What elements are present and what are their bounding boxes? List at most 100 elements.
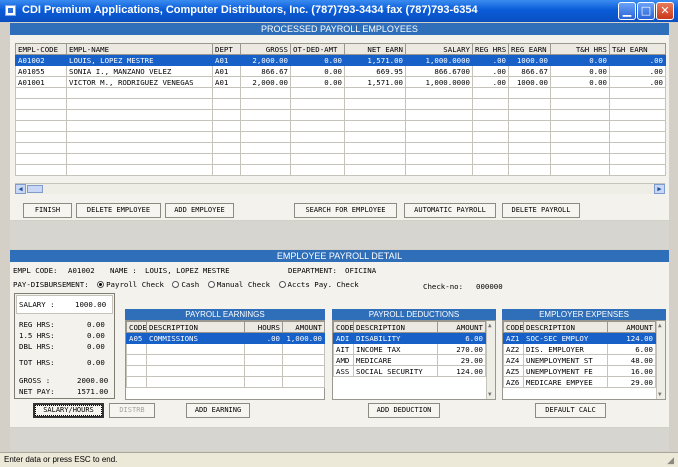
table-row-empty <box>15 153 666 165</box>
cell-dept: A01 <box>212 54 241 66</box>
tot-hrs-value: 0.00 <box>87 358 105 367</box>
scroll-up-arrow-icon[interactable]: ▲ <box>488 322 492 329</box>
scroll-thumb[interactable] <box>27 185 43 193</box>
list-item-empty <box>126 354 325 366</box>
empl-code-value: A01002 <box>68 266 95 275</box>
delete-employee-button[interactable]: DELETE EMPLOYEE <box>76 203 161 218</box>
col-ot-ded-amt[interactable]: OT-DED-AMT <box>290 43 345 55</box>
col-net-earn[interactable]: NET EARN <box>344 43 406 55</box>
close-button[interactable]: ✕ <box>656 2 674 20</box>
reg-hrs-value: 0.00 <box>87 320 105 329</box>
expenses-vertical-scrollbar[interactable]: ▲ ▼ <box>656 321 665 399</box>
maximize-button[interactable]: □ <box>637 2 655 20</box>
scroll-down-arrow-icon[interactable]: ▼ <box>658 391 662 398</box>
disbursement-row: PAY-DISBURSEMENT: Payroll Check Cash Man… <box>13 280 359 289</box>
col-description[interactable]: DESCRIPTION <box>523 321 608 333</box>
list-item[interactable]: ADI DISABILITY 6.00 <box>333 332 486 344</box>
deductions-vertical-scrollbar[interactable]: ▲ ▼ <box>486 321 495 399</box>
deductions-header-row: CODE DESCRIPTION AMOUNT <box>333 321 486 333</box>
earnings-header: PAYROLL EARNINGS <box>125 309 325 320</box>
col-reg-hrs[interactable]: REG HRS <box>472 43 509 55</box>
radio-payroll-check[interactable] <box>97 281 105 288</box>
scroll-up-arrow-icon[interactable]: ▲ <box>658 322 662 329</box>
col-code[interactable]: CODE <box>333 321 354 333</box>
cell-amount: 6.00 <box>437 332 486 344</box>
list-item[interactable]: AZ6 MEDICARE EMPYEE 29.00 <box>503 376 656 388</box>
col-amount[interactable]: AMOUNT <box>607 321 656 333</box>
cell-empl-code: A01055 <box>15 65 67 77</box>
table-row[interactable]: A01002 LOUIS, LOPEZ MESTRE A01 2,000.00 … <box>15 54 666 66</box>
col-dept[interactable]: DEPT <box>212 43 241 55</box>
net-pay-label: NET PAY: <box>19 387 55 396</box>
list-item[interactable]: AZ4 UNEMPLOYMENT ST 48.00 <box>503 354 656 366</box>
cell-th-earn: .00 <box>609 65 666 77</box>
scroll-down-arrow-icon[interactable]: ▼ <box>488 391 492 398</box>
col-th-hrs[interactable]: T&H HRS <box>550 43 610 55</box>
table-row[interactable]: A01001 VICTOR M., RODRIGUEZ VENEGAS A01 … <box>15 76 666 88</box>
scroll-left-arrow-icon[interactable]: ◀ <box>15 184 26 194</box>
finish-button[interactable]: FINISH <box>23 203 72 218</box>
cell-code: AZ4 <box>503 354 524 366</box>
col-amount[interactable]: AMOUNT <box>437 321 486 333</box>
col-amount[interactable]: AMOUNT <box>282 321 325 333</box>
cell-empl-name: VICTOR M., RODRIGUEZ VENEGAS <box>66 76 213 88</box>
processed-header-row: EMPL-CODE EMPL-NAME DEPT GROSS OT-DED-AM… <box>15 43 666 55</box>
cell-salary: 866.6700 <box>405 65 473 77</box>
cell-gross: 2,000.00 <box>240 76 291 88</box>
list-item[interactable]: A05 COMMISSIONS .00 1,000.00 <box>126 332 325 344</box>
list-item[interactable]: AIT INCOME TAX 270.00 <box>333 343 486 355</box>
list-item[interactable]: AZ2 DIS. EMPLOYER 6.00 <box>503 343 656 355</box>
table-row-empty <box>15 98 666 110</box>
col-description[interactable]: DESCRIPTION <box>353 321 438 333</box>
col-description[interactable]: DESCRIPTION <box>146 321 245 333</box>
cell-salary: 1,000.0000 <box>405 76 473 88</box>
resize-grip-icon[interactable]: ◢ <box>667 455 674 466</box>
automatic-payroll-button[interactable]: AUTOMATIC PAYROLL <box>404 203 496 218</box>
scroll-right-arrow-icon[interactable]: ▶ <box>654 184 665 194</box>
list-item[interactable]: AZ1 SOC-SEC EMPLOY 124.00 <box>503 332 656 344</box>
delete-payroll-button[interactable]: DELETE PAYROLL <box>502 203 580 218</box>
cell-description: UNEMPLOYMENT FE <box>523 365 608 377</box>
processed-horizontal-scrollbar[interactable]: ◀ ▶ <box>15 183 665 194</box>
col-th-earn[interactable]: T&H EARN <box>609 43 666 55</box>
radio-cash[interactable] <box>172 281 180 288</box>
cell-reg-earn: 1000.00 <box>508 76 551 88</box>
distrb-button[interactable]: DISTRB <box>109 403 155 418</box>
default-calc-button[interactable]: DEFAULT CALC <box>535 403 606 418</box>
col-empl-code[interactable]: EMPL-CODE <box>15 43 67 55</box>
add-deduction-button[interactable]: ADD DEDUCTION <box>368 403 440 418</box>
cell-description: MEDICARE <box>353 354 438 366</box>
col-hours[interactable]: HOURS <box>244 321 283 333</box>
radio-manual-check[interactable] <box>207 281 215 288</box>
col-salary[interactable]: SALARY <box>405 43 473 55</box>
list-item[interactable]: AZ5 UNEMPLOYMENT FE 16.00 <box>503 365 656 377</box>
cell-description: INCOME TAX <box>353 343 438 355</box>
cell-description: COMMISSIONS <box>146 332 245 344</box>
col-code[interactable]: CODE <box>126 321 147 333</box>
reg-hrs-label: REG HRS: <box>19 320 55 329</box>
earnings-header-row: CODE DESCRIPTION HOURS AMOUNT <box>126 321 325 333</box>
minimize-button[interactable]: ▁ <box>618 2 636 20</box>
search-employee-button[interactable]: SEARCH FOR EMPLOYEE <box>294 203 397 218</box>
cell-gross: 866.67 <box>240 65 291 77</box>
col-reg-earn[interactable]: REG EARN <box>508 43 551 55</box>
col-code[interactable]: CODE <box>503 321 524 333</box>
window-title: CDI Premium Applications, Computer Distr… <box>22 4 478 16</box>
table-row[interactable]: A01055 SONIA I., MANZANO VELEZ A01 866.6… <box>15 65 666 77</box>
col-empl-name[interactable]: EMPL-NAME <box>66 43 213 55</box>
col-gross[interactable]: GROSS <box>240 43 291 55</box>
cell-amount: 124.00 <box>437 365 486 377</box>
add-employee-button[interactable]: ADD EMPLOYEE <box>165 203 234 218</box>
cell-salary: 1,000.0000 <box>405 54 473 66</box>
cell-reg-hrs: .00 <box>472 76 509 88</box>
cell-amount: 270.00 <box>437 343 486 355</box>
cell-reg-hrs: .00 <box>472 54 509 66</box>
list-item[interactable]: ASS SOCIAL SECURITY 124.00 <box>333 365 486 377</box>
processed-employees-table: EMPL-CODE EMPL-NAME DEPT GROSS OT-DED-AM… <box>15 43 666 176</box>
radio-accts-pay-check[interactable] <box>278 281 286 288</box>
salary-hours-button[interactable]: SALARY/HOURS <box>33 403 104 418</box>
list-item[interactable]: AMD MEDICARE 29.00 <box>333 354 486 366</box>
gross-label: GROSS : <box>19 376 51 385</box>
cell-th-hrs: 0.00 <box>550 65 610 77</box>
add-earning-button[interactable]: ADD EARNING <box>186 403 250 418</box>
